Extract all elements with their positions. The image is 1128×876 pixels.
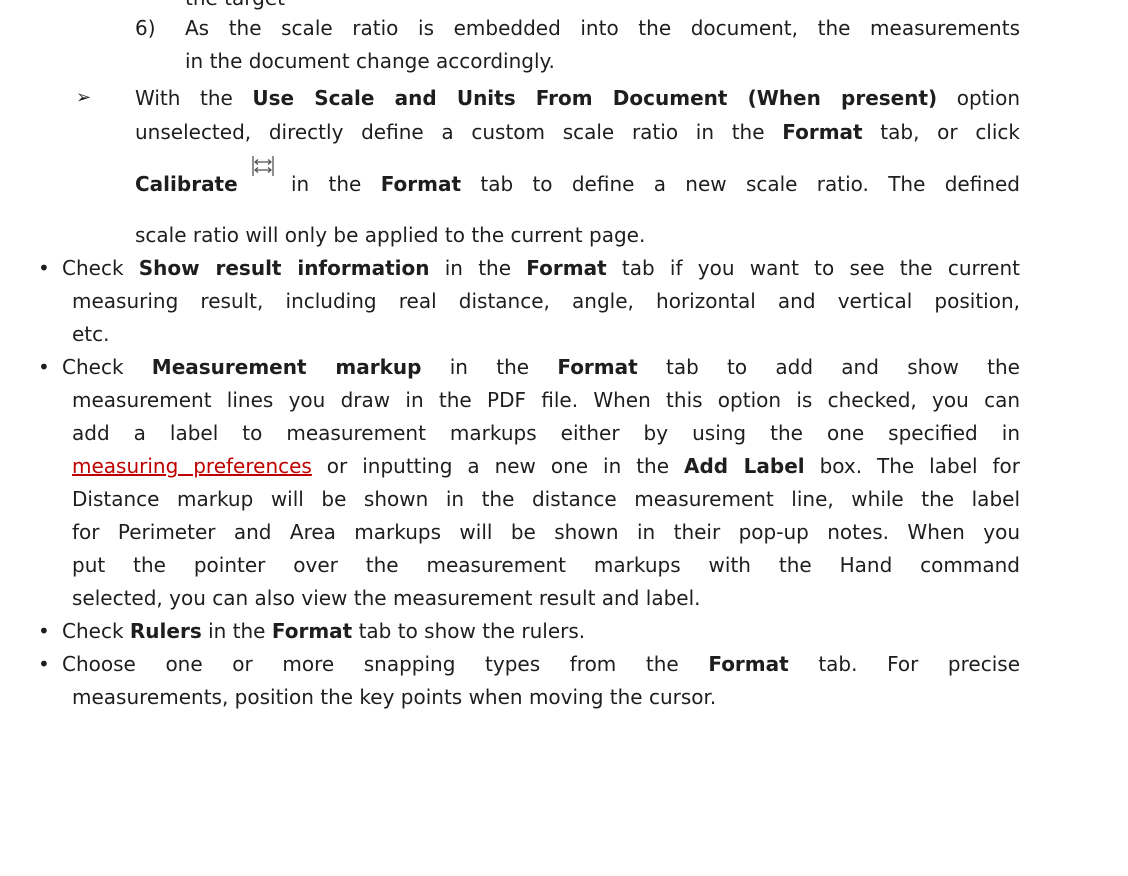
- list-item-text: measuring result, including real distanc…: [72, 289, 1020, 313]
- list-item-text: unselected, directly define a custom sca…: [135, 120, 1021, 144]
- list-item-text: Calibrate: [135, 172, 238, 196]
- list-item-text: Distance markup will be shown in the dis…: [72, 487, 1020, 511]
- list-item-text: measurements, position the key points wh…: [72, 685, 717, 709]
- bullet-icon: •: [38, 256, 50, 280]
- list-item-text: scale ratio will only be applied to the …: [135, 223, 646, 247]
- calibrate-icon: [252, 156, 274, 176]
- document-page: the target 6) As the scale ratio is embe…: [0, 0, 1128, 876]
- list-item-text: With the Use Scale and Units From Docume…: [135, 86, 1020, 110]
- list-item-text: in the document change accordingly.: [185, 49, 555, 73]
- list-item-text: selected, you can also view the measurem…: [72, 586, 701, 610]
- arrow-bullet-icon: ➢: [76, 87, 92, 108]
- list-item-text: Check Show result information in the For…: [62, 256, 1020, 280]
- list-item-text: put the pointer over the measurement mar…: [72, 553, 1020, 577]
- list-item-text: measurement lines you draw in the PDF fi…: [72, 388, 1020, 412]
- list-item-text: measuring preferences or inputting a new…: [72, 454, 1020, 478]
- list-item-text: Check Rulers in the Format tab to show t…: [62, 619, 586, 643]
- list-number: 6): [135, 16, 156, 40]
- bullet-icon: •: [38, 619, 50, 643]
- list-item-text: etc.: [72, 322, 110, 346]
- list-item-text: for Perimeter and Area markups will be s…: [72, 520, 1020, 544]
- list-item-text: in the Format tab to define a new scale …: [291, 172, 1020, 196]
- clipped-text-fragment: the target: [185, 0, 285, 13]
- list-item-text: Check Measurement markup in the Format t…: [62, 355, 1020, 379]
- list-item-text: add a label to measurement markups eithe…: [72, 421, 1020, 445]
- bullet-icon: •: [38, 652, 50, 676]
- bullet-icon: •: [38, 355, 50, 379]
- measuring-preferences-link[interactable]: measuring preferences: [72, 454, 312, 478]
- list-item-text: Choose one or more snapping types from t…: [62, 652, 1020, 676]
- list-item-text: As the scale ratio is embedded into the …: [185, 16, 1020, 40]
